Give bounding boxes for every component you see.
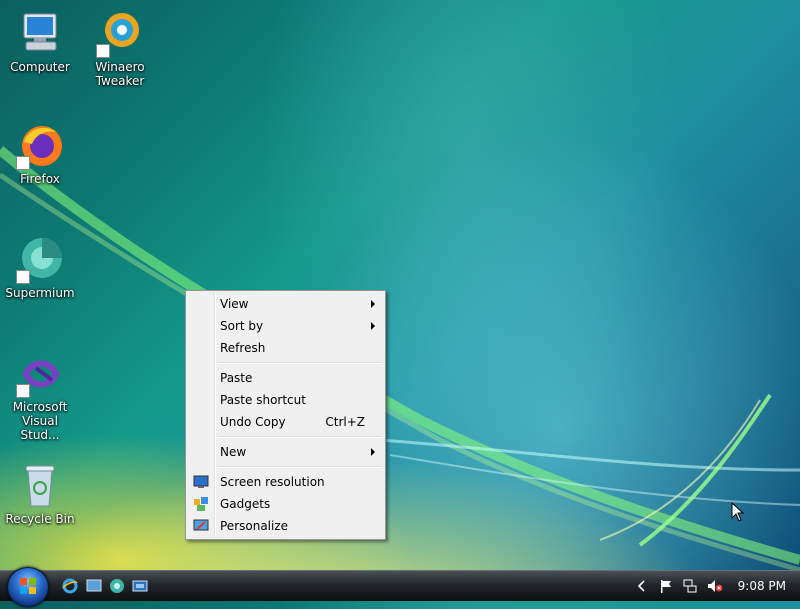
menu-item-sort-by[interactable]: Sort by	[188, 315, 383, 337]
personalize-icon	[193, 518, 209, 534]
supermium-quicklaunch-icon[interactable]	[109, 578, 125, 594]
desktop-icon-visual-studio[interactable]: Microsoft Visual Stud...	[4, 350, 76, 442]
menu-item-paste-shortcut[interactable]: Paste shortcut	[188, 389, 383, 411]
menu-item-view[interactable]: View	[188, 293, 383, 315]
menu-separator	[218, 466, 381, 468]
screen-resolution-icon	[193, 474, 209, 490]
desktop-icon-recycle-bin[interactable]: Recycle Bin	[4, 462, 76, 526]
network-icon[interactable]	[683, 579, 697, 593]
desktop-icon-label: Supermium	[5, 286, 75, 300]
supermium-icon	[16, 236, 64, 284]
shortcut-arrow-icon	[16, 156, 30, 170]
volume-muted-icon[interactable]	[707, 579, 723, 593]
computer-icon	[16, 10, 64, 58]
firefox-icon	[16, 122, 64, 170]
menu-separator	[218, 436, 381, 438]
desktop-icon-label: Winaero Tweaker	[95, 60, 145, 88]
desktop-icon-label: Recycle Bin	[5, 512, 75, 526]
taskbar-clock[interactable]: 9:08 PM	[738, 579, 786, 593]
recycle-bin-icon	[16, 462, 64, 510]
visual-studio-icon	[16, 350, 64, 398]
desktop-icon-winaero-tweaker[interactable]: Winaero Tweaker	[84, 10, 156, 88]
menu-item-personalize[interactable]: Personalize	[188, 515, 383, 537]
show-desktop-icon[interactable]	[86, 578, 102, 594]
desktop-icon-label: Firefox	[20, 172, 60, 186]
action-center-flag-icon[interactable]	[659, 579, 673, 593]
mouse-cursor-icon	[731, 502, 745, 522]
shortcut-arrow-icon	[16, 384, 30, 398]
gadgets-icon	[193, 496, 209, 512]
menu-separator	[218, 362, 381, 364]
switch-windows-icon[interactable]	[132, 578, 148, 594]
winaero-tweaker-icon	[96, 10, 144, 58]
menu-item-screen-resolution[interactable]: Screen resolution	[188, 471, 383, 493]
submenu-arrow-icon	[371, 322, 375, 330]
menu-item-undo-copy[interactable]: Undo Copy Ctrl+Z	[188, 411, 383, 433]
show-hidden-icons-chevron-icon[interactable]	[637, 580, 651, 594]
desktop-icon-label: Microsoft Visual Stud...	[12, 400, 68, 442]
desktop-context-menu: View Sort by Refresh Paste Paste shortcu…	[185, 290, 386, 540]
internet-explorer-icon[interactable]	[62, 578, 78, 594]
menu-item-gadgets[interactable]: Gadgets	[188, 493, 383, 515]
shortcut-arrow-icon	[96, 44, 110, 58]
shortcut-arrow-icon	[16, 270, 30, 284]
taskbar: 9:08 PM	[0, 567, 800, 607]
desktop-icon-firefox[interactable]: Firefox	[4, 122, 76, 186]
menu-item-new[interactable]: New	[188, 441, 383, 463]
desktop-icon-label: Computer	[10, 60, 70, 74]
start-button[interactable]	[7, 567, 49, 607]
menu-shortcut-text: Ctrl+Z	[325, 415, 365, 429]
menu-item-refresh[interactable]: Refresh	[188, 337, 383, 359]
desktop-icon-supermium[interactable]: Supermium	[4, 236, 76, 300]
submenu-arrow-icon	[371, 448, 375, 456]
desktop-icon-computer[interactable]: Computer	[4, 10, 76, 74]
windows-logo-icon	[20, 578, 36, 594]
wallpaper	[0, 146, 800, 573]
submenu-arrow-icon	[371, 300, 375, 308]
menu-item-paste[interactable]: Paste	[188, 367, 383, 389]
